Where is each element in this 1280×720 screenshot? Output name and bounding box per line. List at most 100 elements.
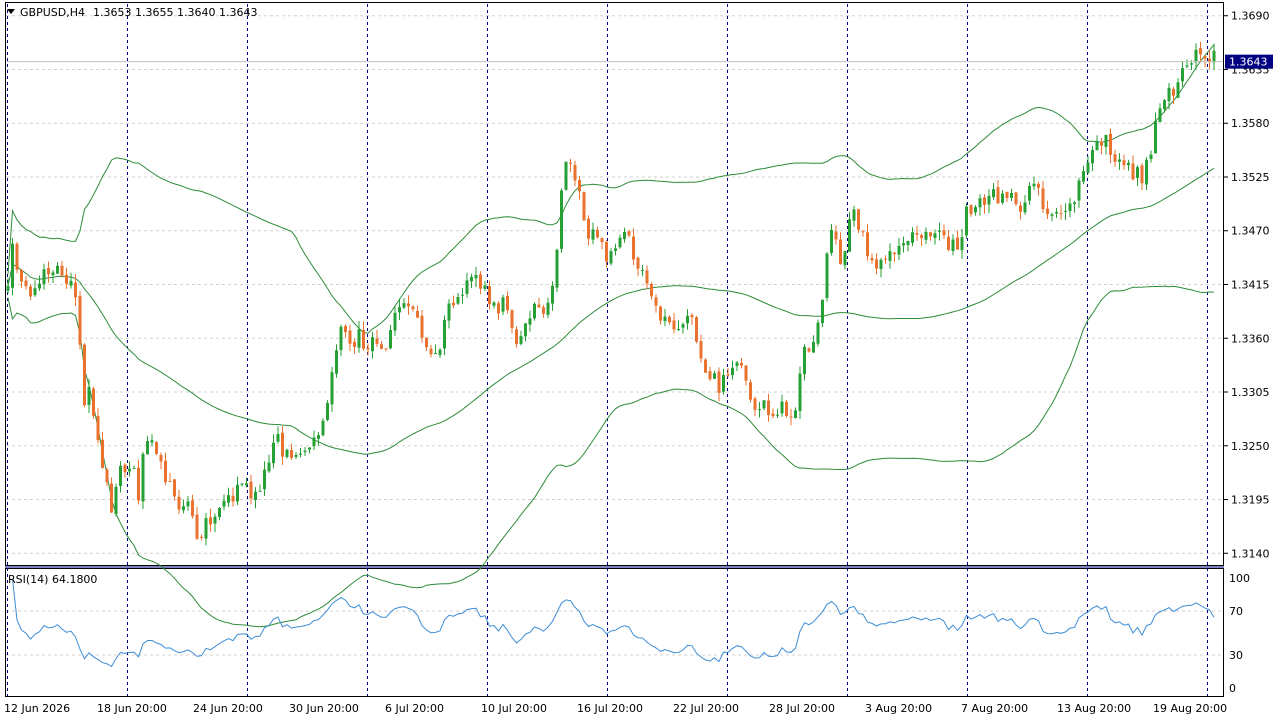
candle-body xyxy=(497,303,500,314)
candle-body xyxy=(771,413,775,417)
candle-body xyxy=(506,295,509,311)
price-label: 1.3250 xyxy=(1231,440,1270,453)
candle-body xyxy=(1086,162,1090,173)
candle-body xyxy=(74,282,77,298)
candle-body xyxy=(294,454,298,457)
candle-body xyxy=(227,495,230,503)
candle-body xyxy=(389,330,392,349)
candle-body xyxy=(960,237,964,251)
candle-body xyxy=(1140,165,1144,184)
candle-body xyxy=(290,449,293,459)
candle-body xyxy=(222,500,226,507)
candle-body xyxy=(173,479,176,497)
candle-body xyxy=(519,336,523,344)
rsi-level-label: 100 xyxy=(1229,572,1250,585)
candle-body xyxy=(29,286,32,297)
candle-body xyxy=(263,469,266,490)
price-axis[interactable]: 1.36901.36351.35801.35251.34701.34151.33… xyxy=(1224,10,1270,561)
candle-body xyxy=(177,496,181,510)
candle-body xyxy=(798,373,802,411)
candle-body xyxy=(407,303,410,307)
price-label: 1.3470 xyxy=(1231,225,1270,238)
candle-body xyxy=(848,219,851,252)
candle-body xyxy=(285,449,289,457)
price-chart[interactable]: 1.36901.36351.35801.35251.34701.34151.33… xyxy=(0,0,1280,720)
candle-body xyxy=(146,441,149,455)
candle-body xyxy=(582,191,586,221)
candle-body xyxy=(870,257,874,261)
candle-body xyxy=(447,303,451,321)
candle-body xyxy=(1158,108,1162,122)
candle-body xyxy=(375,338,379,344)
candle-body xyxy=(137,467,140,501)
candle-body xyxy=(1212,50,1216,63)
candle-body xyxy=(524,323,527,337)
price-label: 1.3305 xyxy=(1231,386,1270,399)
price-label: 1.3690 xyxy=(1231,10,1270,23)
candle-body xyxy=(744,365,748,381)
time-label: 19 Aug 20:00 xyxy=(1153,702,1227,715)
candle-body xyxy=(38,283,41,289)
candle-body xyxy=(1172,88,1175,96)
candle-body xyxy=(110,483,113,513)
candle-body xyxy=(965,206,968,236)
time-axis[interactable]: 12 Jun 2026 18 Jun 20:00 24 Jun 20:00 30 Ju… xyxy=(4,702,1227,715)
candle-body xyxy=(123,464,127,473)
candle-body xyxy=(1073,202,1076,204)
time-label: 12 Jun 2026 xyxy=(4,702,70,715)
candle-body xyxy=(1109,133,1112,155)
candle-body xyxy=(299,453,302,455)
candle-body xyxy=(537,304,541,308)
candle-body xyxy=(258,490,262,492)
candle-body xyxy=(1100,141,1103,146)
dropdown-triangle-icon[interactable] xyxy=(7,9,15,14)
candle-body xyxy=(686,315,689,324)
candle-body xyxy=(515,329,518,345)
candle-body xyxy=(902,243,905,246)
candle-body xyxy=(51,272,55,276)
candle-body xyxy=(1149,154,1153,160)
candle-body xyxy=(659,306,662,321)
candle-body xyxy=(717,371,721,393)
candle-body xyxy=(371,337,374,352)
candle-body xyxy=(947,236,950,250)
candle-body xyxy=(609,251,613,264)
candle-body xyxy=(564,161,568,190)
candle-body xyxy=(938,230,941,232)
candle-body xyxy=(204,518,208,539)
candle-body xyxy=(758,409,761,411)
candle-body xyxy=(1176,82,1180,98)
price-label: 1.3525 xyxy=(1231,171,1270,184)
candle-body xyxy=(632,236,635,260)
candle-body xyxy=(452,302,455,306)
candle-body xyxy=(1118,159,1121,162)
candle-body xyxy=(353,341,356,347)
candle-body xyxy=(1194,49,1198,63)
candle-body xyxy=(357,329,361,348)
candle-body xyxy=(1041,188,1045,210)
candle-body xyxy=(1104,134,1108,147)
candle-body xyxy=(600,238,604,243)
candle-body xyxy=(1046,208,1049,215)
rsi-level-label: 70 xyxy=(1229,605,1243,618)
rsi-line xyxy=(12,579,1215,668)
candle-body xyxy=(92,388,95,416)
candle-body xyxy=(128,468,131,472)
candle-body xyxy=(690,315,694,318)
candle-body xyxy=(1019,205,1022,212)
current-price-text: 1.3643 xyxy=(1229,56,1268,69)
candle-body xyxy=(344,326,347,333)
candle-body xyxy=(1154,121,1157,154)
candle-body xyxy=(456,296,460,304)
candle-body xyxy=(384,348,388,350)
candle-body xyxy=(542,307,545,314)
bollinger-lower-band xyxy=(7,285,1215,628)
candle-body xyxy=(1167,87,1171,102)
candle-body xyxy=(740,362,743,366)
candle-body xyxy=(11,243,14,288)
candle-body xyxy=(366,348,370,350)
time-label: 22 Jul 20:00 xyxy=(673,702,739,715)
grid-lines xyxy=(6,15,1222,656)
candle-body xyxy=(731,367,734,376)
candle-body xyxy=(348,330,352,344)
